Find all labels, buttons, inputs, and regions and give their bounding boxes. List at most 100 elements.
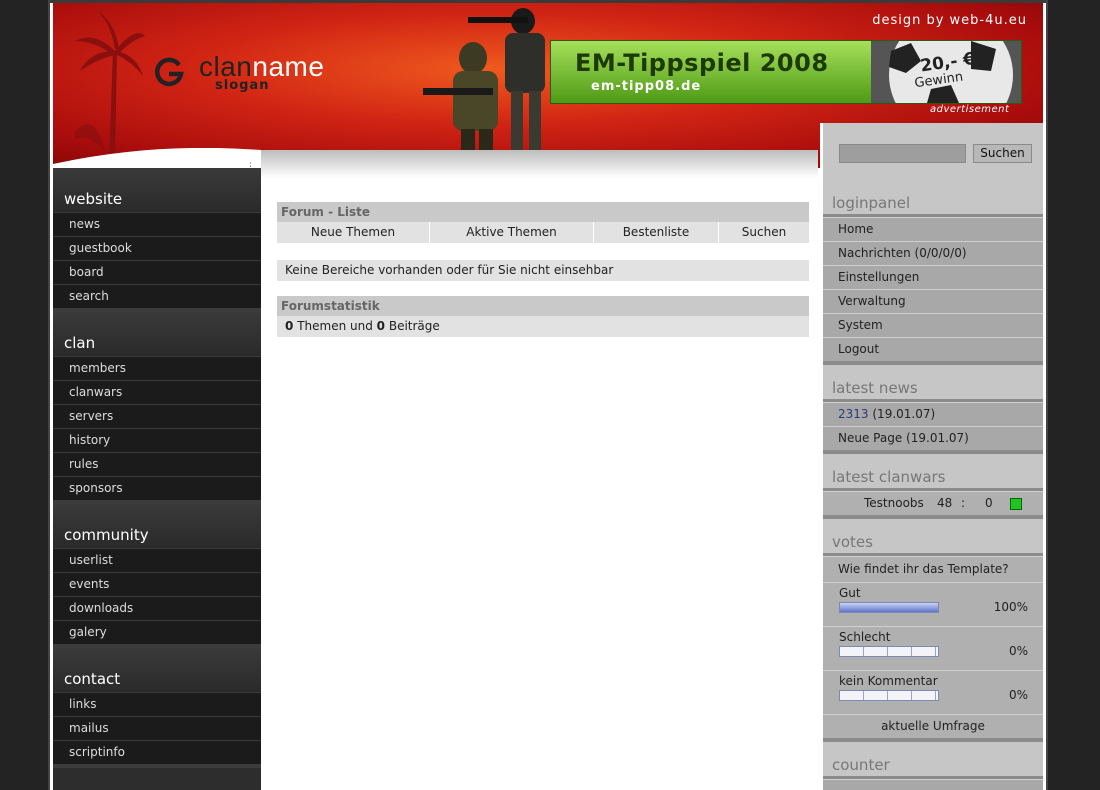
credit-text[interactable]: design by web-4u.eu xyxy=(872,13,1027,28)
nav-group-community: community userlist events downloads gale… xyxy=(53,504,261,648)
nav-item-clanwars[interactable]: clanwars xyxy=(53,380,261,404)
nav-heading-label: community xyxy=(64,526,149,544)
news-item-date: (19.01.07) xyxy=(906,431,969,445)
nav-item-userlist[interactable]: userlist xyxy=(53,548,261,572)
vote-progress-bar xyxy=(839,646,939,657)
vote-option-percent: 0% xyxy=(1008,644,1028,658)
votes-title: votes xyxy=(832,533,873,551)
forum-statistics-line: 0 Themen und 0 Beiträge xyxy=(277,316,809,337)
login-item-administration[interactable]: Verwaltung xyxy=(823,289,1043,313)
nav-group-website: website news guestbook board search xyxy=(53,168,261,312)
nav-heading: community xyxy=(53,504,261,548)
soldiers-graphic xyxy=(423,8,545,163)
nav-heading-label: website xyxy=(64,190,123,208)
forum-list-title: Forum - Liste xyxy=(277,202,809,222)
current-poll-link[interactable]: aktuelle Umfrage xyxy=(823,714,1043,738)
login-item-system[interactable]: System xyxy=(823,313,1043,337)
nav-heading: clan xyxy=(53,312,261,356)
nav-item-rules[interactable]: rules xyxy=(53,452,261,476)
nav-item-search[interactable]: search xyxy=(53,284,261,308)
news-item[interactable]: 2313 (19.01.07) xyxy=(823,402,1043,426)
nav-item-events[interactable]: events xyxy=(53,572,261,596)
vote-progress-fill xyxy=(840,603,938,612)
posts-label: Beiträge xyxy=(388,319,440,333)
vote-option-label: Gut xyxy=(839,586,861,600)
forum-statistics-title: Forumstatistik xyxy=(277,296,809,316)
news-item[interactable]: Neue Page (19.01.07) xyxy=(823,426,1043,450)
nav-item-downloads[interactable]: downloads xyxy=(53,596,261,620)
vote-progress-bar xyxy=(839,602,939,613)
clanwar-score-separator: : xyxy=(961,496,966,510)
tab-leaderboard[interactable]: Bestenliste xyxy=(594,222,719,243)
latest-news-title: latest news xyxy=(832,379,918,397)
latest-news-heading: latest news xyxy=(823,365,1043,399)
login-item-messages[interactable]: Nachrichten (0/0/0/0) xyxy=(823,241,1043,265)
counter-heading: counter xyxy=(823,742,1043,776)
nav-item-guestbook[interactable]: guestbook xyxy=(53,236,261,260)
clanwar-score-away: 0 xyxy=(985,496,993,510)
nav-heading: website xyxy=(53,168,261,212)
votes-heading: votes xyxy=(823,519,1043,553)
nav-item-mailus[interactable]: mailus xyxy=(53,716,261,740)
search-input[interactable] xyxy=(839,144,966,163)
left-navigation: website news guestbook board search clan… xyxy=(53,168,261,790)
themes-label: Themen und xyxy=(297,319,373,333)
nav-item-galery[interactable]: galery xyxy=(53,620,261,644)
nav-heading: contact xyxy=(53,648,261,692)
news-item-title[interactable]: 2313 xyxy=(838,407,869,421)
page: clanname slogan design by web-4u.eu EM-T… xyxy=(50,0,1046,790)
logo-mark-icon xyxy=(154,57,184,87)
login-item-settings[interactable]: Einstellungen xyxy=(823,265,1043,289)
counter-title: counter xyxy=(832,756,890,774)
right-sidebar-panel: Suchen loginpanel Home Nachrichten (0/0/… xyxy=(823,123,1043,790)
banner-title: EM-Tippspiel 2008 xyxy=(575,49,829,77)
advertisement-banner[interactable]: EM-Tippspiel 2008 em-tipp08.de 20,- € Ge… xyxy=(550,40,1022,104)
vote-option: Schlecht 0% xyxy=(823,626,1043,670)
nav-item-servers[interactable]: servers xyxy=(53,404,261,428)
vote-option: Gut 100% xyxy=(823,582,1043,626)
vote-progress-bar xyxy=(839,690,939,701)
clanwar-opponent[interactable]: Testnoobs xyxy=(864,492,924,515)
banner-url: em-tipp08.de xyxy=(591,79,702,94)
vote-option-label: Schlecht xyxy=(839,630,891,644)
latest-clanwars-heading: latest clanwars xyxy=(823,454,1043,488)
themes-count: 0 xyxy=(285,319,294,333)
nav-item-sponsors[interactable]: sponsors xyxy=(53,476,261,500)
palm-tree-graphic xyxy=(75,11,145,161)
nav-item-history[interactable]: history xyxy=(53,428,261,452)
news-item-date: (19.01.07) xyxy=(872,407,936,421)
right-sidebar: Suchen loginpanel Home Nachrichten (0/0/… xyxy=(820,123,1046,790)
vote-question: Wie findet ihr das Template? xyxy=(823,556,1043,582)
vote-option-label: kein Kommentar xyxy=(839,674,938,688)
nav-group-contact: contact links mailus scriptinfo xyxy=(53,648,261,768)
tab-search[interactable]: Suchen xyxy=(719,222,809,243)
nav-item-board[interactable]: board xyxy=(53,260,261,284)
nav-divider xyxy=(53,764,261,768)
no-forums-message: Keine Bereiche vorhanden oder für Sie ni… xyxy=(277,260,809,281)
posts-count: 0 xyxy=(376,319,386,333)
forum-statistics: Forumstatistik 0 Themen und 0 Beiträge xyxy=(277,296,809,337)
nav-group-clan: clan members clanwars servers history ru… xyxy=(53,312,261,504)
nav-item-links[interactable]: links xyxy=(53,692,261,716)
search-button[interactable]: Suchen xyxy=(973,144,1032,163)
login-item-home[interactable]: Home xyxy=(823,217,1043,241)
forum-tabs: Neue Themen Aktive Themen Bestenliste Su… xyxy=(277,222,809,243)
nav-item-scriptinfo[interactable]: scriptinfo xyxy=(53,740,261,764)
nav-heading-label: clan xyxy=(64,334,96,352)
advertisement-label: advertisement xyxy=(930,104,1010,115)
tab-active-topics[interactable]: Aktive Themen xyxy=(430,222,594,243)
counter-row xyxy=(823,779,1043,790)
loginpanel-title: loginpanel xyxy=(832,194,911,212)
vote-option: kein Kommentar 0% xyxy=(823,670,1043,714)
clanwar-result-indicator xyxy=(1010,498,1022,510)
loginpanel-heading: loginpanel xyxy=(823,180,1043,214)
clanwar-row[interactable]: Testnoobs 48 : 0 xyxy=(823,491,1043,515)
vote-option-percent: 100% xyxy=(993,600,1028,614)
news-item-title[interactable]: Neue Page xyxy=(838,431,902,445)
nav-item-members[interactable]: members xyxy=(53,356,261,380)
right-sections: loginpanel Home Nachrichten (0/0/0/0) Ei… xyxy=(823,180,1043,790)
nav-item-news[interactable]: news xyxy=(53,212,261,236)
tab-new-topics[interactable]: Neue Themen xyxy=(277,222,430,243)
login-item-logout[interactable]: Logout xyxy=(823,337,1043,361)
nav-heading-label: contact xyxy=(64,670,121,688)
